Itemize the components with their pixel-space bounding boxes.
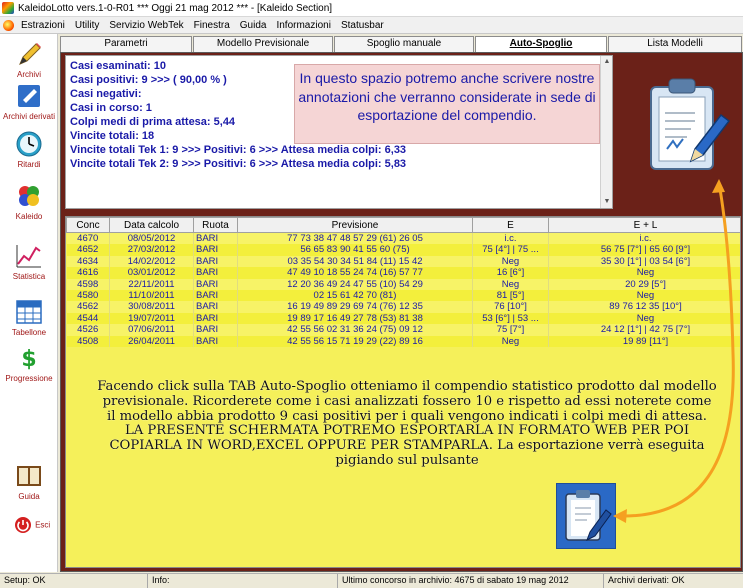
title-bar: KaleidoLotto vers.1-0-R01 *** Oggi 21 ma… bbox=[0, 0, 743, 17]
sidebar-item-progressione[interactable]: $ Progressione bbox=[0, 344, 58, 383]
svg-text:$: $ bbox=[21, 347, 36, 372]
sidebar-item-label: Statistica bbox=[12, 272, 46, 281]
sidebar-item-label: Tabellone bbox=[11, 328, 47, 337]
menu-guida[interactable]: Guida bbox=[237, 20, 274, 31]
archive-icon bbox=[14, 82, 44, 110]
status-info: Info: bbox=[148, 574, 338, 588]
sidebar-item-label: Archivi bbox=[16, 70, 41, 79]
status-derived: Archivi derivati: OK bbox=[608, 575, 685, 585]
sidebar-item-guida[interactable]: Guida bbox=[0, 462, 58, 501]
menu-servizio-webtek[interactable]: Servizio WebTek bbox=[106, 20, 190, 31]
tab-auto-spoglio[interactable]: Auto-Spoglio bbox=[475, 36, 607, 52]
chart-icon bbox=[14, 242, 44, 270]
sidebar-item-archivi-derivati[interactable]: Archivi derivati bbox=[0, 82, 58, 121]
sidebar-item-label: Guida bbox=[18, 492, 40, 501]
exit-icon bbox=[14, 516, 32, 534]
sidebar-item-esci[interactable]: Esci bbox=[0, 516, 58, 534]
menu-estrazioni[interactable]: Estrazioni bbox=[18, 20, 72, 31]
sidebar-item-statistica[interactable]: Statistica bbox=[0, 242, 58, 281]
status-last-draw: Ultimo concorso in archivio: 4675 di sab… bbox=[338, 574, 604, 588]
tab-modello-previsionale[interactable]: Modello Previsionale bbox=[193, 36, 333, 52]
app-icon bbox=[2, 2, 14, 14]
document-icon[interactable] bbox=[3, 19, 14, 31]
dollar-icon: $ bbox=[14, 344, 44, 372]
table-icon bbox=[14, 298, 44, 326]
tab-strip: Parametri Modello Previsionale Spoglio m… bbox=[60, 36, 743, 52]
menu-statusbar[interactable]: Statusbar bbox=[338, 20, 391, 31]
main-panel: Casi esaminati: 10 Casi positivi: 9 >>> … bbox=[60, 52, 743, 572]
menu-bar: Estrazioni Utility Servizio WebTek Fines… bbox=[0, 17, 743, 34]
kaleido-icon bbox=[14, 182, 44, 210]
book-icon bbox=[14, 462, 44, 490]
window-title: KaleidoLotto vers.1-0-R01 *** Oggi 21 ma… bbox=[18, 2, 333, 14]
sidebar-item-label: Ritardi bbox=[17, 160, 41, 169]
tab-spoglio-manuale[interactable]: Spoglio manuale bbox=[334, 36, 474, 52]
sidebar-item-label: Esci bbox=[35, 520, 51, 530]
pointer-arrow bbox=[613, 179, 735, 523]
sidebar-item-label: Archivi derivati bbox=[2, 112, 55, 121]
sidebar-item-tabellone[interactable]: Tabellone bbox=[0, 298, 58, 337]
menu-informazioni[interactable]: Informazioni bbox=[273, 20, 337, 31]
sidebar-item-ritardi[interactable]: Ritardi bbox=[0, 130, 58, 169]
status-setup: Setup: OK bbox=[0, 574, 148, 588]
sidebar-item-kaleido[interactable]: Kaleido bbox=[0, 182, 58, 221]
sidebar-item-archivi[interactable]: Archivi bbox=[0, 40, 58, 79]
tab-parametri[interactable]: Parametri bbox=[60, 36, 192, 52]
tab-lista-modelli[interactable]: Lista Modelli bbox=[608, 36, 742, 52]
sidebar-item-label: Progressione bbox=[5, 374, 53, 383]
menu-finestra[interactable]: Finestra bbox=[191, 20, 237, 31]
clock-icon bbox=[14, 130, 44, 158]
sidebar-item-label: Kaleido bbox=[15, 212, 43, 221]
pencil-icon bbox=[14, 40, 44, 68]
sidebar: Archivi Archivi derivati Ritardi Kaleido… bbox=[0, 34, 58, 572]
menu-utility[interactable]: Utility bbox=[72, 20, 106, 31]
status-bar: Setup: OK Info: Ultimo concorso in archi… bbox=[0, 573, 743, 588]
